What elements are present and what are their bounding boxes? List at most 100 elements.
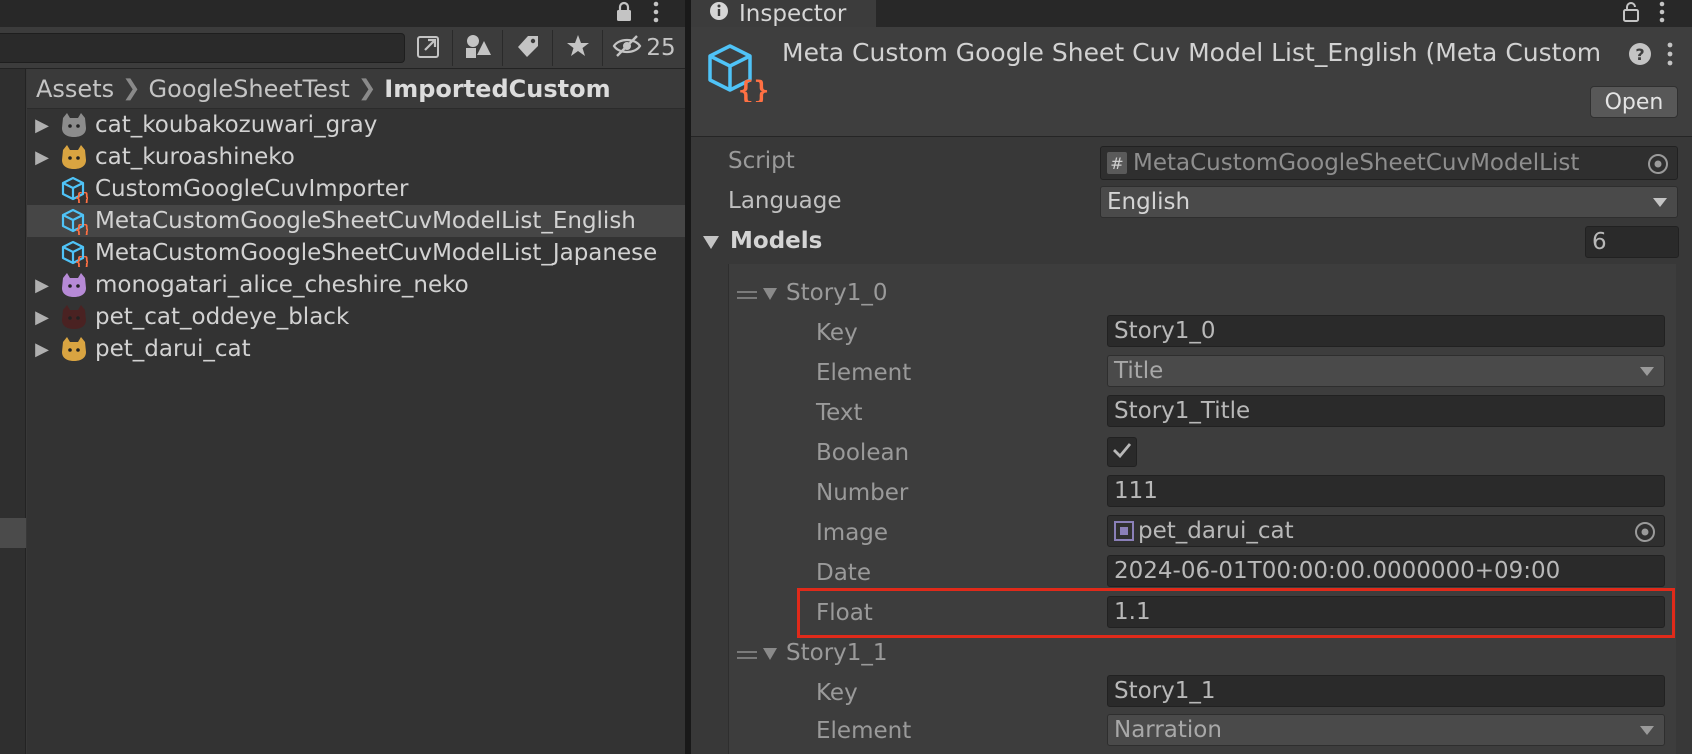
breadcrumb-importedcustom[interactable]: ImportedCustom <box>384 75 610 103</box>
purple-cat-sprite-icon <box>57 271 91 299</box>
story0-number-label: Number <box>816 480 909 506</box>
asset-name: monogatari_alice_cheshire_neko <box>95 272 469 298</box>
dropdown-caret-icon <box>1640 726 1654 735</box>
story1-element-dropdown[interactable]: Narration <box>1107 714 1665 746</box>
svg-text:{}: {} <box>738 76 768 102</box>
script-asset-icon: {} <box>57 239 91 267</box>
checkmark-icon <box>1112 442 1132 462</box>
search-input[interactable] <box>0 33 405 63</box>
asset-list-item[interactable]: {} CustomGoogleCuvImporter <box>27 173 685 205</box>
asset-list-item[interactable]: ▶ cat_koubakozuwari_gray <box>27 109 685 141</box>
story1-key-field[interactable]: Story1_1 <box>1107 675 1665 707</box>
breadcrumb-googlesheettest[interactable]: GoogleSheetTest <box>149 75 350 103</box>
story0-text-label: Text <box>816 400 863 426</box>
asset-list-item[interactable]: ▶ cat_kuroashineko <box>27 141 685 173</box>
story0-boolean-checkbox[interactable] <box>1107 437 1137 467</box>
story0-element-dropdown[interactable]: Title <box>1107 355 1665 387</box>
asset-name: cat_koubakozuwari_gray <box>95 112 378 138</box>
expand-arrow-icon[interactable]: ▶ <box>27 307 57 328</box>
models-foldout-icon[interactable] <box>702 234 720 254</box>
story0-image-label: Image <box>816 520 889 546</box>
script-field: # MetaCustomGoogleSheetCuvModelList <box>1100 146 1678 180</box>
models-size-field[interactable]: 6 <box>1585 226 1679 258</box>
asset-list-item[interactable]: ▶ pet_cat_oddeye_black <box>27 301 685 333</box>
sprite-icon <box>1114 521 1134 541</box>
settings-sliders-icon[interactable] <box>1665 42 1675 70</box>
drag-handle-icon[interactable] <box>737 286 757 305</box>
asset-list-item[interactable]: {} MetaCustomGoogleSheetCuvModelList_Japa… <box>27 237 685 269</box>
story0-key-field[interactable]: Story1_0 <box>1107 315 1665 347</box>
story0-number-field[interactable]: 111 <box>1107 475 1665 507</box>
filter-by-label-button[interactable] <box>502 30 552 66</box>
object-picker-icon[interactable] <box>1634 521 1656 546</box>
eye-slash-icon <box>612 34 642 62</box>
chevron-right-icon: ❯ <box>122 76 141 101</box>
asset-name: pet_darui_cat <box>95 336 251 362</box>
script-label: Script <box>728 148 795 174</box>
cs-script-icon: # <box>1107 152 1127 174</box>
lock-icon[interactable] <box>614 1 634 27</box>
story0-image-field[interactable]: pet_darui_cat <box>1107 515 1665 547</box>
folder-tree-selection <box>0 518 26 548</box>
folder-tree-pane[interactable] <box>0 69 26 754</box>
asset-name: pet_cat_oddeye_black <box>95 304 350 330</box>
story0-text-field[interactable]: Story1_Title <box>1107 395 1665 427</box>
inspector-title: Meta Custom Google Sheet Cuv Model List_… <box>782 38 1602 67</box>
dropdown-caret-icon <box>1653 198 1667 207</box>
tab-inspector[interactable]: Inspector <box>691 0 876 27</box>
story0-element-label: Element <box>816 360 912 386</box>
story1-name[interactable]: Story1_1 <box>786 640 888 666</box>
search-in-window-button[interactable] <box>408 30 450 66</box>
asset-name: CustomGoogleCuvImporter <box>95 176 409 202</box>
models-label: Models <box>730 228 823 254</box>
filter-by-type-button[interactable] <box>452 30 502 66</box>
object-picker-icon[interactable] <box>1647 153 1669 179</box>
help-icon[interactable]: ? <box>1628 42 1652 70</box>
story1-key-label: Key <box>816 680 858 706</box>
hidden-packages-toggle[interactable]: 25 <box>602 30 685 66</box>
lock-open-icon[interactable] <box>1621 1 1643 27</box>
breadcrumb: Assets ❯ GoogleSheetTest ❯ ImportedCusto… <box>27 69 685 109</box>
asset-list-item[interactable]: ▶ pet_darui_cat <box>27 333 685 365</box>
script-asset-icon: {} <box>57 175 91 203</box>
expand-arrow-icon[interactable]: ▶ <box>27 115 57 136</box>
story1-foldout-icon[interactable] <box>762 646 778 665</box>
expand-arrow-icon[interactable]: ▶ <box>27 339 57 360</box>
open-button[interactable]: Open <box>1590 86 1678 118</box>
svg-text:{}: {} <box>75 191 88 203</box>
language-value: English <box>1107 189 1191 215</box>
asset-name: cat_kuroashineko <box>95 144 295 170</box>
story0-name[interactable]: Story1_0 <box>786 280 888 306</box>
story0-date-field[interactable]: 2024-06-01T00:00:00.0000000+09:00 <box>1107 555 1665 587</box>
story0-boolean-label: Boolean <box>816 440 910 466</box>
story0-foldout-icon[interactable] <box>762 286 778 305</box>
project-tab-bar <box>0 0 685 27</box>
asset-name: MetaCustomGoogleSheetCuvModelList_Englis… <box>95 208 636 234</box>
expand-arrow-icon[interactable]: ▶ <box>27 147 57 168</box>
lazy-cat-sprite-icon <box>57 335 91 363</box>
asset-list: ▶ cat_koubakozuwari_gray ▶ cat_kuroashineko… <box>27 109 685 754</box>
breadcrumb-assets[interactable]: Assets <box>36 75 114 103</box>
expand-arrow-icon[interactable]: ▶ <box>27 275 57 296</box>
favorites-button[interactable] <box>552 30 602 66</box>
more-menu-icon[interactable] <box>652 1 660 27</box>
language-dropdown[interactable]: English <box>1100 186 1678 218</box>
story1-element-value: Narration <box>1114 717 1222 743</box>
hidden-count: 25 <box>646 35 676 61</box>
asset-list-item[interactable]: {} MetaCustomGoogleSheetCuvModelList_Engl… <box>27 205 685 237</box>
story1-element-label: Element <box>816 718 912 744</box>
open-in-window-icon <box>416 33 442 63</box>
drag-handle-icon[interactable] <box>737 646 757 665</box>
story0-image-value: pet_darui_cat <box>1138 518 1294 544</box>
svg-text:?: ? <box>1635 45 1644 64</box>
orange-cat-sprite-icon <box>57 143 91 171</box>
script-value: MetaCustomGoogleSheetCuvModelList <box>1133 150 1580 176</box>
story0-element-value: Title <box>1114 358 1164 384</box>
info-icon <box>709 1 729 27</box>
svg-text:{}: {} <box>75 223 88 235</box>
asset-list-item[interactable]: ▶ monogatari_alice_cheshire_neko <box>27 269 685 301</box>
asset-name: MetaCustomGoogleSheetCuvModelList_Japane… <box>95 240 658 266</box>
more-menu-icon[interactable] <box>1658 1 1666 27</box>
black-cat-sprite-icon <box>57 303 91 331</box>
story0-key-label: Key <box>816 320 858 346</box>
